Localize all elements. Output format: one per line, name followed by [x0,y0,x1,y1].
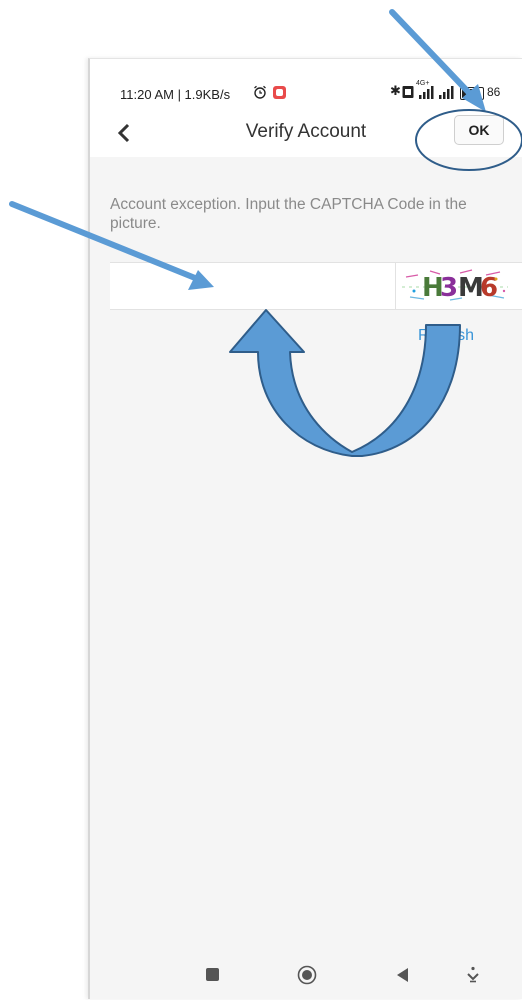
recent-apps-icon[interactable] [206,968,219,981]
instruction-text: Account exception. Input the CAPTCHA Cod… [110,196,467,232]
bluetooth-icon: ✱ [390,83,401,98]
nav-back-icon[interactable] [394,966,410,984]
app-header: Verify Account OK [90,115,522,157]
status-icons: ✱ 4G+ 86 [390,80,520,101]
ok-button[interactable]: OK [454,115,504,145]
signal-strength-icon [419,86,434,99]
assistant-icon[interactable] [466,966,480,984]
signal-strength-2-icon [439,86,454,99]
home-icon[interactable] [297,965,317,985]
verify-content: Account exception. Input the CAPTCHA Cod… [90,157,522,999]
refresh-captcha-link[interactable]: Refresh [418,327,474,345]
app-notification-icon [273,86,286,99]
svg-text:3: 3 [440,273,458,303]
phone-screen: 11:20 AM | 1.9KB/s ✱ 4G+ 86 Verify Accou… [88,58,522,999]
status-time: 11:20 AM | 1.9KB/s [120,87,231,102]
battery-icon [460,87,484,100]
nfc-icon [402,86,414,98]
alarm-icon [254,85,266,99]
captcha-row: H 3 M 6 [110,262,522,310]
battery-percent: 86 [487,85,501,99]
captcha-image[interactable]: H 3 M 6 [400,265,512,307]
svg-text:6: 6 [480,273,498,303]
system-nav-bar [90,949,522,999]
captcha-input[interactable] [110,263,396,309]
status-bar: 11:20 AM | 1.9KB/s ✱ 4G+ 86 [90,59,522,115]
annotation-caption [0,0,522,40]
